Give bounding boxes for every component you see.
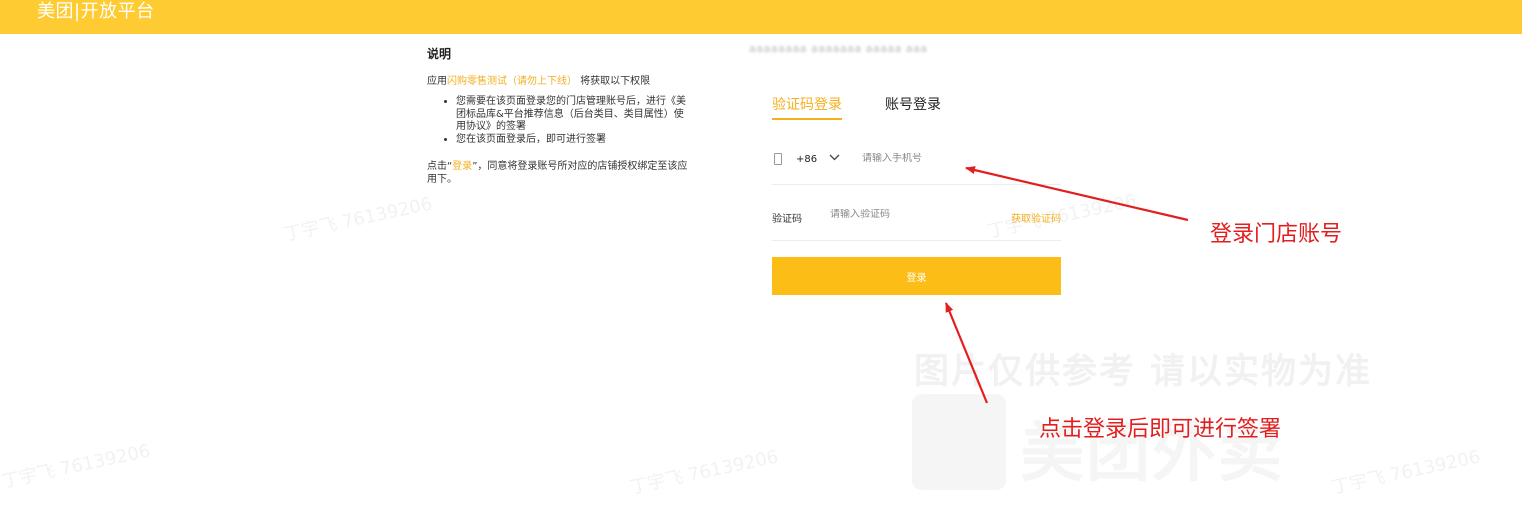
watermark-user-tag: 丁宇飞 76139206	[0, 440, 153, 493]
top-bar: 美团|开放平台	[0, 0, 1522, 34]
explanation-panel: 说明 应用闪购零售测试（请勿上下线） 将获取以下权限 您需要在该页面登录您的门店…	[427, 48, 692, 186]
app-name-link[interactable]: 闪购零售测试（请勿上下线）	[447, 76, 577, 87]
watermark-reference-notice: 图片仅供参考 请以实物为准	[914, 352, 1373, 392]
brand-logo-text: 美团|开放平台	[37, 1, 155, 22]
consent-text: 点击“登录”，同意将登录账号所对应的店铺授权绑定至该应用下。	[427, 161, 688, 185]
blurred-account-info: aaaaaaaa aaaaaaa aaaaa aaa	[749, 42, 928, 55]
annotation-click-login-sign: 点击登录后即可进行签署	[1039, 417, 1282, 442]
watermark-logo-icon	[912, 394, 1006, 490]
chevron-down-icon[interactable]	[829, 151, 840, 165]
login-button[interactable]: 登录	[772, 257, 1061, 295]
watermark-user-tag: 丁宇飞 76139206	[627, 446, 781, 499]
get-code-button[interactable]: 获取验证码	[1011, 210, 1061, 225]
list-item: 您在该页面登录后，即可进行签署	[456, 134, 692, 147]
code-input[interactable]	[830, 209, 960, 220]
explanation-heading: 说明	[427, 47, 452, 61]
code-label: 验证码	[772, 214, 802, 225]
list-item: 您需要在该页面登录您的门店管理账号后，进行《美团标品库&平台推荐信息（后台类目、…	[456, 96, 692, 134]
annotation-login-store-account: 登录门店账号	[1210, 222, 1343, 247]
phone-input[interactable]	[862, 153, 1052, 164]
consent-login-link[interactable]: 登录	[452, 161, 472, 172]
country-code-select[interactable]: +86	[796, 154, 817, 165]
watermark-user-tag: 丁宇飞 76139206	[1329, 446, 1483, 499]
phone-icon	[774, 153, 782, 165]
permission-intro: 应用闪购零售测试（请勿上下线） 将获取以下权限	[427, 76, 651, 87]
phone-row: +86	[772, 131, 1061, 185]
tab-sms-code-login[interactable]: 验证码登录	[772, 94, 842, 120]
watermark-user-tag: 丁宇飞 76139206	[281, 193, 435, 246]
code-row: 验证码 获取验证码	[772, 187, 1061, 241]
permission-list: 您需要在该页面登录您的门店管理账号后，进行《美团标品库&平台推荐信息（后台类目、…	[427, 96, 692, 146]
tab-account-login[interactable]: 账号登录	[885, 94, 941, 114]
